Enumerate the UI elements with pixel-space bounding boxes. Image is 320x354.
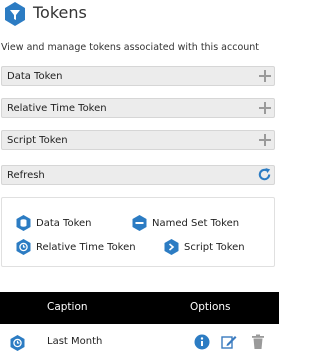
section-data-token[interactable]: Data Token [1,66,275,86]
legend-script-token: Script Token [164,239,245,255]
token-legend: Data Token Named Set Token Relative Time… [1,197,275,267]
legend-named-set-token: Named Set Token [132,215,239,231]
refresh-icon[interactable] [257,167,272,182]
legend-data-token: Data Token [16,215,92,231]
plus-icon[interactable] [258,101,272,115]
trash-icon[interactable] [251,334,265,350]
plus-icon[interactable] [258,69,272,83]
clock-hex-icon [10,335,25,351]
plus-icon[interactable] [258,133,272,147]
legend-relative-time-token: Relative Time Token [16,239,136,255]
legend-label: Named Set Token [152,217,240,229]
page-title: Tokens [33,3,87,22]
row-caption: Last Month [47,336,103,347]
legend-label: Relative Time Token [36,241,136,253]
page-description: View and manage tokens associated with t… [1,42,260,53]
section-label: Script Token [7,135,68,146]
section-label: Relative Time Token [7,103,107,114]
data-token-hex-icon [16,215,31,231]
info-icon[interactable] [194,334,210,350]
named-set-hex-icon [132,215,147,231]
script-hex-icon [164,239,179,255]
refresh-label: Refresh [7,170,45,181]
section-label: Data Token [7,71,63,82]
edit-icon[interactable] [221,334,237,350]
section-script-token[interactable]: Script Token [1,130,275,150]
filter-hex-icon [5,2,25,26]
column-header-caption: Caption [47,301,88,313]
refresh-bar[interactable]: Refresh [1,165,275,185]
clock-hex-icon [16,239,31,255]
page-header: Tokens [0,0,279,36]
table-row[interactable]: Last Month [0,330,279,354]
legend-label: Data Token [36,217,92,229]
legend-label: Script Token [184,241,245,253]
table-header: Caption Options [0,292,279,324]
column-header-options: Options [190,301,231,313]
section-relative-time-token[interactable]: Relative Time Token [1,98,275,118]
